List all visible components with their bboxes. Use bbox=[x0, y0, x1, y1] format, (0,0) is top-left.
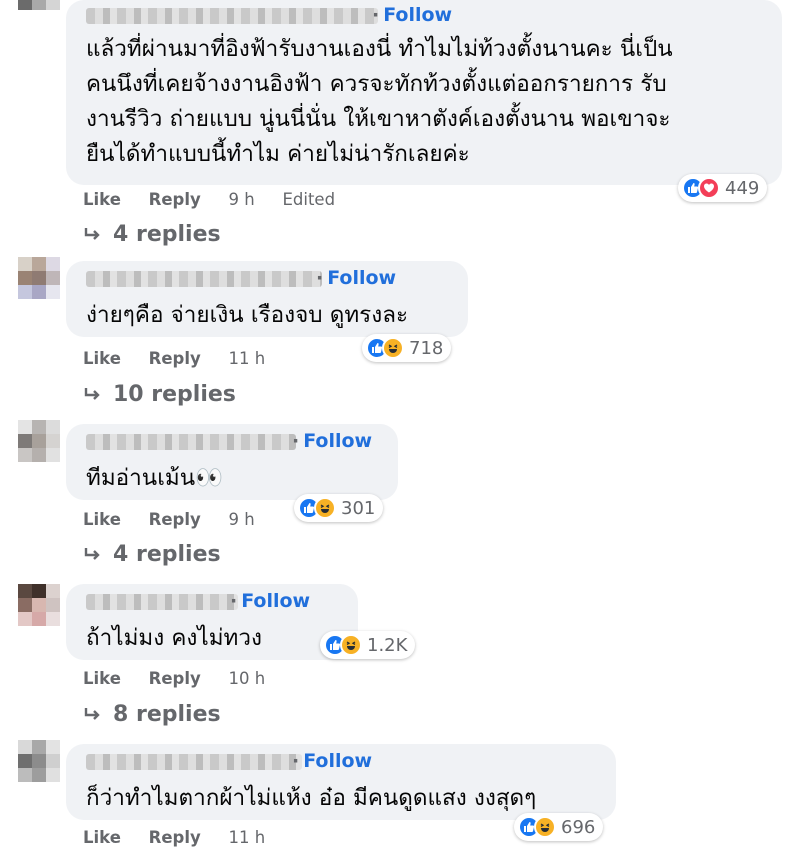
reply-arrow-icon bbox=[84, 227, 100, 240]
haha-reaction-icon bbox=[382, 337, 404, 359]
like-button[interactable]: Like bbox=[83, 669, 121, 688]
follow-label: Follow bbox=[241, 590, 311, 612]
view-replies-button[interactable]: 4 replies bbox=[83, 542, 221, 567]
reaction-count: 1.2K bbox=[367, 634, 408, 656]
reaction-summary[interactable]: 1.2K bbox=[320, 631, 416, 659]
comment-line: แล้วที่ผ่านมาที่อิงฟ้ารับงานเองนี่ ทำไมไ… bbox=[86, 36, 673, 62]
reply-button[interactable]: Reply bbox=[149, 828, 201, 847]
reaction-summary[interactable]: 301 bbox=[294, 494, 384, 522]
avatar[interactable] bbox=[18, 257, 60, 299]
edited-label: Edited bbox=[282, 190, 336, 209]
timestamp[interactable]: 9 h bbox=[229, 510, 255, 529]
comment-bubble: · Follow ถ้าไม่มง คงไม่ทวง bbox=[66, 584, 358, 660]
haha-reaction-icon bbox=[314, 497, 336, 519]
follow-button[interactable]: · Follow bbox=[292, 750, 372, 772]
view-replies-button[interactable]: 10 replies bbox=[83, 382, 236, 407]
comment-bubble: · Follow ก็ว่าทำไมตากผ้าไม่แห้ง อ๋อ มีคนด… bbox=[66, 744, 616, 820]
blurred-author-name[interactable] bbox=[86, 754, 302, 770]
comment-bubble: · Follow แล้วที่ผ่านมาที่อิงฟ้ารับงานเองน… bbox=[66, 0, 782, 185]
reaction-count: 696 bbox=[561, 816, 596, 838]
timestamp[interactable]: 11 h bbox=[229, 828, 266, 847]
follow-button[interactable]: · Follow bbox=[230, 590, 310, 612]
avatar[interactable] bbox=[18, 740, 60, 782]
comment: · Follow ง่ายๆคือ จ่ายเงิน เรืองจบ ดูทรงล… bbox=[0, 255, 800, 415]
replies-count-label: 4 replies bbox=[113, 222, 221, 247]
blurred-author-name[interactable] bbox=[86, 271, 322, 287]
comment-actions: Like Reply 11 h bbox=[83, 828, 287, 847]
comment-actions: Like Reply 9 h bbox=[83, 510, 277, 529]
avatar[interactable] bbox=[18, 420, 60, 462]
reaction-count: 449 bbox=[725, 177, 760, 199]
comment-line: คนนึงที่เคยจ้างงานอิงฟ้า ควรจะทักท้วงตั้… bbox=[86, 71, 667, 97]
reply-arrow-icon bbox=[84, 547, 100, 560]
like-button[interactable]: Like bbox=[83, 190, 121, 209]
haha-reaction-icon bbox=[534, 816, 556, 838]
comment-line: ง่ายๆคือ จ่ายเงิน เรืองจบ ดูทรงละ bbox=[86, 302, 409, 328]
replies-count-label: 4 replies bbox=[113, 542, 221, 567]
haha-reaction-icon bbox=[340, 634, 362, 656]
replies-count-label: 10 replies bbox=[113, 382, 236, 407]
comment-line: งานรีวิว ถ่ายแบบ นู่นนี่นั่น ให้เขาหาตัง… bbox=[86, 106, 671, 132]
reaction-summary[interactable]: 718 bbox=[362, 334, 452, 362]
comment-actions: Like Reply 9 h Edited bbox=[83, 190, 357, 209]
comment-actions: Like Reply 11 h bbox=[83, 349, 287, 368]
replies-count-label: 8 replies bbox=[113, 702, 221, 727]
reply-button[interactable]: Reply bbox=[149, 510, 201, 529]
follow-button[interactable]: · Follow bbox=[316, 267, 396, 289]
like-button[interactable]: Like bbox=[83, 510, 121, 529]
comment-actions: Like Reply 10 h bbox=[83, 669, 287, 688]
comment-line: ยืนได้ทำแบบนี้ทำไม ค่ายไม่น่ารักเลยค่ะ bbox=[86, 141, 470, 167]
blurred-author-name[interactable] bbox=[86, 8, 378, 24]
like-button[interactable]: Like bbox=[83, 828, 121, 847]
comment: · Follow แล้วที่ผ่านมาที่อิงฟ้ารับงานเองน… bbox=[0, 0, 800, 255]
reply-arrow-icon bbox=[84, 707, 100, 720]
like-button[interactable]: Like bbox=[83, 349, 121, 368]
reply-button[interactable]: Reply bbox=[149, 669, 201, 688]
timestamp[interactable]: 9 h bbox=[229, 190, 255, 209]
view-replies-button[interactable]: 8 replies bbox=[83, 702, 221, 727]
comment-text: ทีมอ่านเม้น👀 bbox=[86, 461, 223, 496]
follow-label: Follow bbox=[303, 430, 373, 452]
comment-text: ง่ายๆคือ จ่ายเงิน เรืองจบ ดูทรงละ bbox=[86, 298, 408, 333]
follow-button[interactable]: · Follow bbox=[372, 4, 452, 26]
timestamp[interactable]: 11 h bbox=[229, 349, 266, 368]
reply-button[interactable]: Reply bbox=[149, 349, 201, 368]
love-reaction-icon bbox=[698, 177, 720, 199]
comment-line: ทีมอ่านเม้น👀 bbox=[86, 465, 224, 491]
reaction-summary[interactable]: 449 bbox=[678, 174, 768, 202]
comment-text: ก็ว่าทำไมตากผ้าไม่แห้ง อ๋อ มีคนดูดแสง งง… bbox=[86, 781, 536, 816]
reply-button[interactable]: Reply bbox=[149, 190, 201, 209]
blurred-author-name[interactable] bbox=[86, 594, 238, 610]
follow-label: Follow bbox=[303, 750, 373, 772]
blurred-author-name[interactable] bbox=[86, 434, 296, 450]
follow-button[interactable]: · Follow bbox=[292, 430, 372, 452]
timestamp[interactable]: 10 h bbox=[229, 669, 266, 688]
comment-line: ก็ว่าทำไมตากผ้าไม่แห้ง อ๋อ มีคนดูดแสง งง… bbox=[86, 785, 537, 811]
comment-text: ถ้าไม่มง คงไม่ทวง bbox=[86, 621, 262, 656]
reaction-count: 301 bbox=[341, 497, 376, 519]
comment: · Follow ถ้าไม่มง คงไม่ทวง 1.2K Like Repl… bbox=[0, 578, 800, 738]
follow-label: Follow bbox=[327, 267, 397, 289]
comment-text: แล้วที่ผ่านมาที่อิงฟ้ารับงานเองนี่ ทำไมไ… bbox=[86, 32, 673, 172]
comment-line: ถ้าไม่มง คงไม่ทวง bbox=[86, 625, 263, 651]
comment: · Follow ก็ว่าทำไมตากผ้าไม่แห้ง อ๋อ มีคนด… bbox=[0, 738, 800, 858]
view-replies-button[interactable]: 4 replies bbox=[83, 222, 221, 247]
comment-bubble: · Follow ง่ายๆคือ จ่ายเงิน เรืองจบ ดูทรงล… bbox=[66, 261, 468, 337]
comment-bubble: · Follow ทีมอ่านเม้น👀 bbox=[66, 424, 398, 500]
reaction-count: 718 bbox=[409, 337, 444, 359]
comment: · Follow ทีมอ่านเม้น👀 301 Like Reply 9 h … bbox=[0, 418, 800, 578]
avatar[interactable] bbox=[18, 584, 60, 626]
reply-arrow-icon bbox=[84, 387, 100, 400]
reaction-summary[interactable]: 696 bbox=[514, 813, 604, 841]
follow-label: Follow bbox=[383, 4, 453, 26]
